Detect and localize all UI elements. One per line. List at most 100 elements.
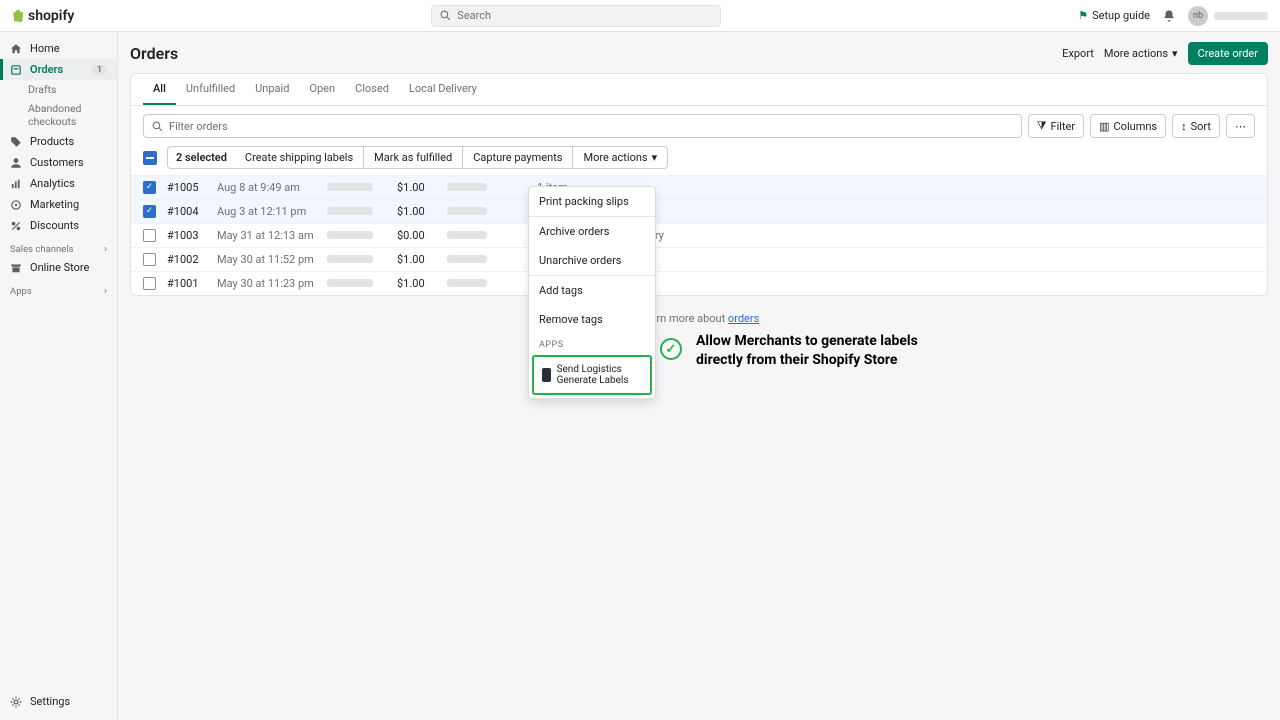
chevron-right-icon[interactable]: ›: [104, 244, 107, 255]
sidebar-item-analytics[interactable]: Analytics: [0, 173, 117, 194]
apps-header: Apps ›: [0, 278, 117, 299]
gear-icon: [10, 696, 22, 708]
tab-local-delivery[interactable]: Local Delivery: [399, 74, 487, 105]
page-title: Orders: [130, 44, 178, 63]
sidebar-item-customers[interactable]: Customers: [0, 152, 117, 173]
columns-button[interactable]: ▥Columns: [1090, 114, 1166, 138]
filter-placeholder: Filter orders: [169, 120, 228, 133]
create-order-button[interactable]: Create order: [1188, 42, 1268, 65]
chevron-right-icon[interactable]: ›: [104, 286, 107, 297]
cell-total: $1.00: [397, 253, 447, 266]
page-more-actions[interactable]: More actions ▾: [1104, 47, 1178, 60]
caret-down-icon: ▾: [652, 151, 658, 164]
sidebar-item-settings[interactable]: Settings: [0, 689, 117, 714]
table-row[interactable]: #1003May 31 at 12:13 am$0.001 itemLocal …: [131, 223, 1267, 247]
cell-date: Aug 3 at 12:11 pm: [217, 205, 327, 218]
dots-icon: ⋯: [1235, 120, 1246, 133]
bulk-mark-fulfilled[interactable]: Mark as fulfilled: [364, 146, 463, 169]
sort-button[interactable]: ↕Sort: [1172, 114, 1220, 138]
cell-customer-redacted: [327, 205, 397, 218]
table-row[interactable]: #1002May 30 at 11:52 pm$1.001 item: [131, 247, 1267, 271]
dd-app-label: Send Logistics Generate Labels: [557, 364, 642, 386]
row-checkbox[interactable]: [143, 277, 156, 290]
cell-payment-redacted: [447, 181, 537, 194]
tab-open[interactable]: Open: [299, 74, 345, 105]
sidebar-item-discounts[interactable]: Discounts: [0, 215, 117, 236]
sidebar-sub-drafts[interactable]: Drafts: [0, 80, 117, 99]
filter-orders-input[interactable]: Filter orders: [143, 114, 1022, 138]
tab-unfulfilled[interactable]: Unfulfilled: [176, 74, 245, 105]
order-tabs: All Unfulfilled Unpaid Open Closed Local…: [131, 74, 1267, 106]
chart-icon: [10, 178, 22, 190]
cell-payment-redacted: [447, 253, 537, 266]
setup-guide-button[interactable]: ⚑ Setup guide: [1078, 9, 1150, 22]
dd-archive-orders[interactable]: Archive orders: [529, 217, 655, 246]
tab-all[interactable]: All: [143, 74, 176, 105]
cell-payment-redacted: [447, 229, 537, 242]
row-checkbox[interactable]: [143, 229, 156, 242]
orders-icon: [10, 64, 22, 76]
sales-channels-header: Sales channels ›: [0, 236, 117, 257]
settings-label: Settings: [30, 695, 70, 708]
cell-total: $1.00: [397, 181, 447, 194]
percent-icon: [10, 220, 22, 232]
cell-total: $1.00: [397, 205, 447, 218]
overflow-button[interactable]: ⋯: [1226, 114, 1255, 138]
filter-button[interactable]: ⧩Filter: [1028, 114, 1084, 138]
bulk-more-actions[interactable]: More actions ▾: [573, 146, 668, 169]
shopify-logo[interactable]: shopify: [12, 8, 74, 24]
cell-customer-redacted: [327, 181, 397, 194]
export-button[interactable]: Export: [1062, 47, 1094, 60]
bell-icon[interactable]: [1162, 9, 1176, 23]
orders-card: All Unfulfilled Unpaid Open Closed Local…: [130, 73, 1268, 296]
sidebar-item-orders[interactable]: Orders 1: [0, 59, 117, 80]
annotation-callout: Allow Merchants to generate labels direc…: [696, 332, 918, 370]
avatar: nb: [1188, 6, 1208, 26]
store-icon: [10, 262, 22, 274]
search-placeholder: Search: [457, 9, 491, 22]
row-checkbox[interactable]: [143, 205, 156, 218]
orders-table: #1005Aug 8 at 9:49 am$1.001 item#1004Aug…: [131, 175, 1267, 295]
sidebar-sub-abandoned[interactable]: Abandoned checkouts: [0, 99, 117, 131]
sidebar-item-online-store[interactable]: Online Store: [0, 257, 117, 278]
row-checkbox[interactable]: [143, 181, 156, 194]
cell-date: Aug 8 at 9:49 am: [217, 181, 327, 194]
cell-payment-redacted: [447, 277, 537, 290]
account-menu[interactable]: nb: [1188, 6, 1268, 26]
caret-down-icon: ▾: [1172, 47, 1178, 60]
select-all-checkbox[interactable]: [143, 151, 157, 165]
dd-add-tags[interactable]: Add tags: [529, 276, 655, 305]
dd-unarchive-orders[interactable]: Unarchive orders: [529, 246, 655, 275]
cell-date: May 31 at 12:13 am: [217, 229, 327, 242]
search-icon: [152, 121, 163, 132]
dd-print-packing-slips[interactable]: Print packing slips: [529, 187, 655, 216]
cell-payment-redacted: [447, 205, 537, 218]
dd-app-send-logistics[interactable]: Send Logistics Generate Labels: [532, 355, 652, 395]
table-row[interactable]: #1004Aug 3 at 12:11 pm$1.001 item: [131, 199, 1267, 223]
orders-help-link[interactable]: orders: [728, 312, 759, 325]
sidebar-label: Analytics: [30, 177, 75, 190]
row-checkbox[interactable]: [143, 253, 156, 266]
bulk-create-labels[interactable]: Create shipping labels: [235, 146, 364, 169]
person-icon: [10, 157, 22, 169]
tab-unpaid[interactable]: Unpaid: [245, 74, 299, 105]
sidebar-item-marketing[interactable]: Marketing: [0, 194, 117, 215]
dd-remove-tags[interactable]: Remove tags: [529, 305, 655, 334]
table-row[interactable]: #1001May 30 at 11:23 pm$1.001 item: [131, 271, 1267, 295]
flag-icon: ⚑: [1078, 9, 1088, 22]
table-row[interactable]: #1005Aug 8 at 9:49 am$1.001 item: [131, 175, 1267, 199]
cell-order: #1003: [167, 229, 217, 242]
topbar: shopify Search ⚑ Setup guide nb: [0, 0, 1280, 32]
account-name-redacted: [1214, 12, 1268, 20]
sort-icon: ↕: [1181, 120, 1187, 133]
tab-closed[interactable]: Closed: [345, 74, 399, 105]
columns-icon: ▥: [1099, 120, 1109, 133]
selected-count: 2 selected: [167, 146, 235, 169]
bulk-capture-payments[interactable]: Capture payments: [463, 146, 573, 169]
cell-order: #1004: [167, 205, 217, 218]
sidebar-item-home[interactable]: Home: [0, 38, 117, 59]
sidebar-item-products[interactable]: Products: [0, 131, 117, 152]
cell-total: $1.00: [397, 277, 447, 290]
cell-order: #1005: [167, 181, 217, 194]
global-search[interactable]: Search: [431, 5, 721, 27]
